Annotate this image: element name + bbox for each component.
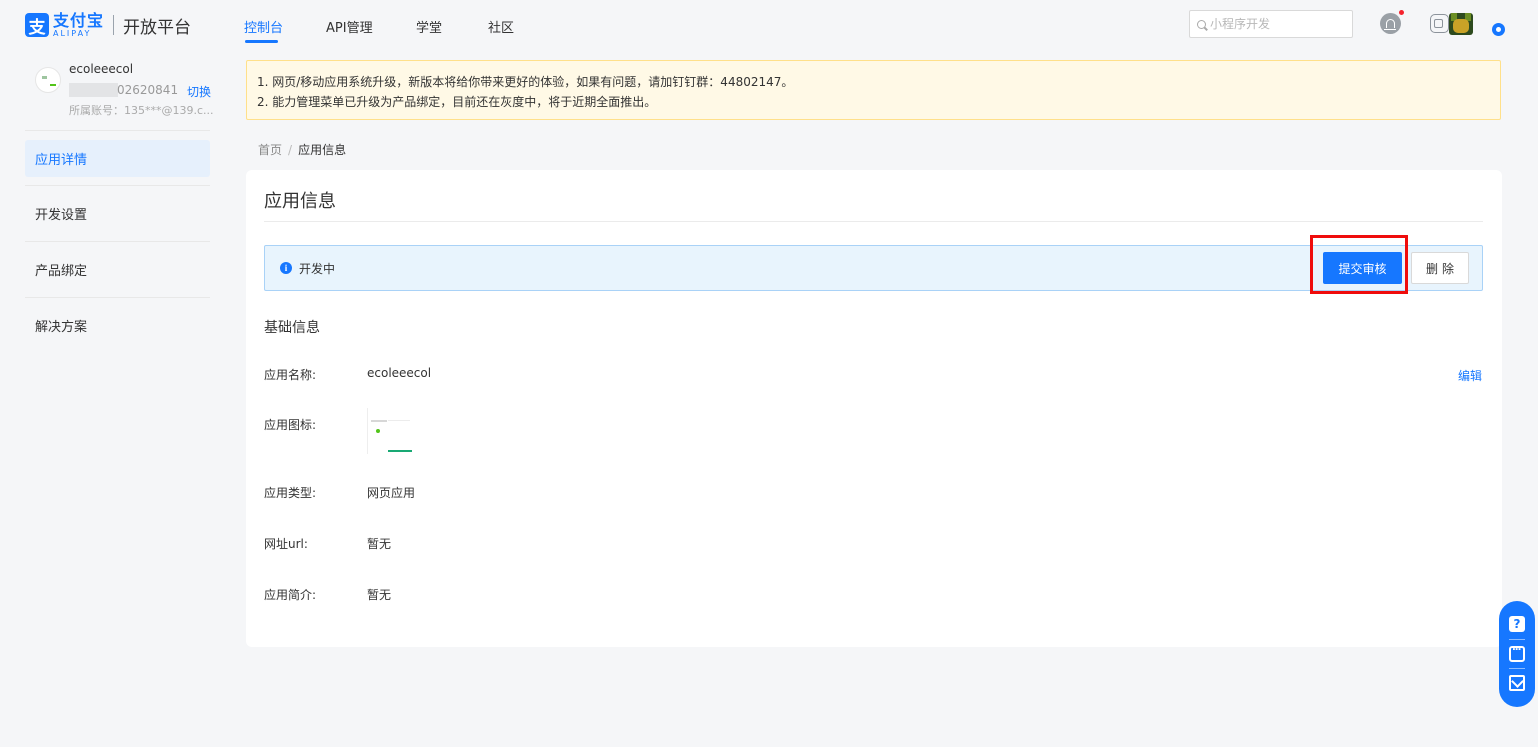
notice-banner: 1. 网页/移动应用系统升级，新版本将给你带来更好的体验，如果有问题，请加钉钉群…: [246, 60, 1501, 120]
divider: [1509, 639, 1525, 640]
bell-icon[interactable]: [1380, 13, 1401, 34]
sidebar-item-solutions[interactable]: 解决方案: [25, 297, 210, 353]
chat-icon[interactable]: [1509, 642, 1525, 662]
info-icon: i: [280, 262, 292, 274]
app-intro-value: 暂无: [367, 588, 392, 602]
app-avatar: [35, 67, 61, 93]
bell-shape: [1384, 19, 1396, 30]
sidebar-item-label: 解决方案: [35, 320, 88, 335]
account-id: 02620841: [117, 83, 179, 97]
app-intro-label: 应用简介:: [264, 588, 317, 602]
logo-text-en: ALIPAY: [53, 28, 92, 38]
nav-active-indicator: [245, 40, 278, 43]
sidebar-menu: 应用详情 开发设置 产品绑定 解决方案: [25, 130, 210, 353]
platform-name: 开放平台: [123, 17, 192, 38]
account-name: ecoleeecol: [69, 62, 134, 76]
id-card-icon[interactable]: [1430, 14, 1449, 33]
nav-academy[interactable]: 学堂: [416, 17, 442, 36]
logo-text-cn: 支付宝: [53, 10, 105, 30]
sidebar-item-label: 开发设置: [35, 208, 88, 223]
help-icon[interactable]: [1492, 23, 1505, 36]
sidebar-item-dev-settings[interactable]: 开发设置: [25, 185, 210, 241]
nav-api-management[interactable]: API管理: [326, 17, 373, 36]
sidebar-item-product-binding[interactable]: 产品绑定: [25, 241, 210, 297]
submit-review-button[interactable]: 提交审核: [1323, 252, 1402, 284]
delete-button[interactable]: 删除: [1411, 252, 1469, 284]
divider: [1509, 668, 1525, 669]
notification-dot: [1399, 10, 1404, 15]
feedback-mail-icon[interactable]: [1509, 675, 1525, 691]
status-text: 开发中: [299, 262, 336, 276]
notice-line: 2. 能力管理菜单已升级为产品绑定，目前还在灰度中，将于近期全面推出。: [257, 95, 657, 109]
url-label: 网址url:: [264, 537, 308, 551]
app-name-value: ecoleeecol: [367, 366, 432, 380]
app-icon-image: [367, 408, 413, 454]
search-icon: [1197, 19, 1206, 29]
page-title: 应用信息: [264, 191, 336, 212]
alipay-logo[interactable]: 支 支付宝 ALIPAY 开放平台: [25, 11, 191, 39]
app-info-card: 应用信息 i 开发中 提交审核 删除 基础信息 编辑 应用名称: ecoleee…: [246, 170, 1502, 647]
sidebar-item-label: 应用详情: [35, 152, 88, 168]
breadcrumb-home[interactable]: 首页: [258, 143, 282, 157]
app-type-label: 应用类型:: [264, 486, 317, 500]
search-box[interactable]: [1189, 10, 1353, 38]
app-icon-label: 应用图标:: [264, 418, 317, 432]
app-name-label: 应用名称:: [264, 368, 317, 382]
nav-community[interactable]: 社区: [488, 17, 514, 36]
title-divider: [264, 221, 1483, 222]
sidebar-item-app-detail[interactable]: 应用详情: [25, 130, 210, 185]
app-type-value: 网页应用: [367, 486, 416, 500]
url-value: 暂无: [367, 537, 392, 551]
floating-help-bar: ?: [1499, 601, 1535, 707]
sidebar-item-label: 产品绑定: [35, 264, 88, 279]
alipay-logo-icon: 支: [25, 13, 49, 38]
switch-account-link[interactable]: 切换: [187, 83, 211, 100]
logo-words: 支付宝 ALIPAY: [53, 10, 105, 38]
breadcrumb-separator: /: [288, 143, 293, 157]
logo-divider: [113, 15, 115, 35]
status-bar: i 开发中 提交审核 删除: [264, 245, 1483, 291]
top-nav: 支 支付宝 ALIPAY 开放平台 控制台 API管理 学堂 社区: [0, 0, 1538, 50]
breadcrumb: 首页 / 应用信息: [258, 141, 346, 158]
redacted-id: [69, 83, 118, 97]
user-avatar[interactable]: [1449, 13, 1473, 35]
edit-link[interactable]: 编辑: [1458, 367, 1482, 384]
notice-line: 1. 网页/移动应用系统升级，新版本将给你带来更好的体验，如果有问题，请加钉钉群…: [257, 75, 794, 89]
breadcrumb-current: 应用信息: [298, 143, 347, 157]
section-title-basic-info: 基础信息: [264, 320, 320, 336]
search-input[interactable]: [1210, 17, 1340, 31]
nav-console[interactable]: 控制台: [244, 17, 283, 36]
question-icon[interactable]: ?: [1509, 616, 1525, 632]
owner-account: 所属账号：135***@139.c...: [69, 104, 214, 117]
